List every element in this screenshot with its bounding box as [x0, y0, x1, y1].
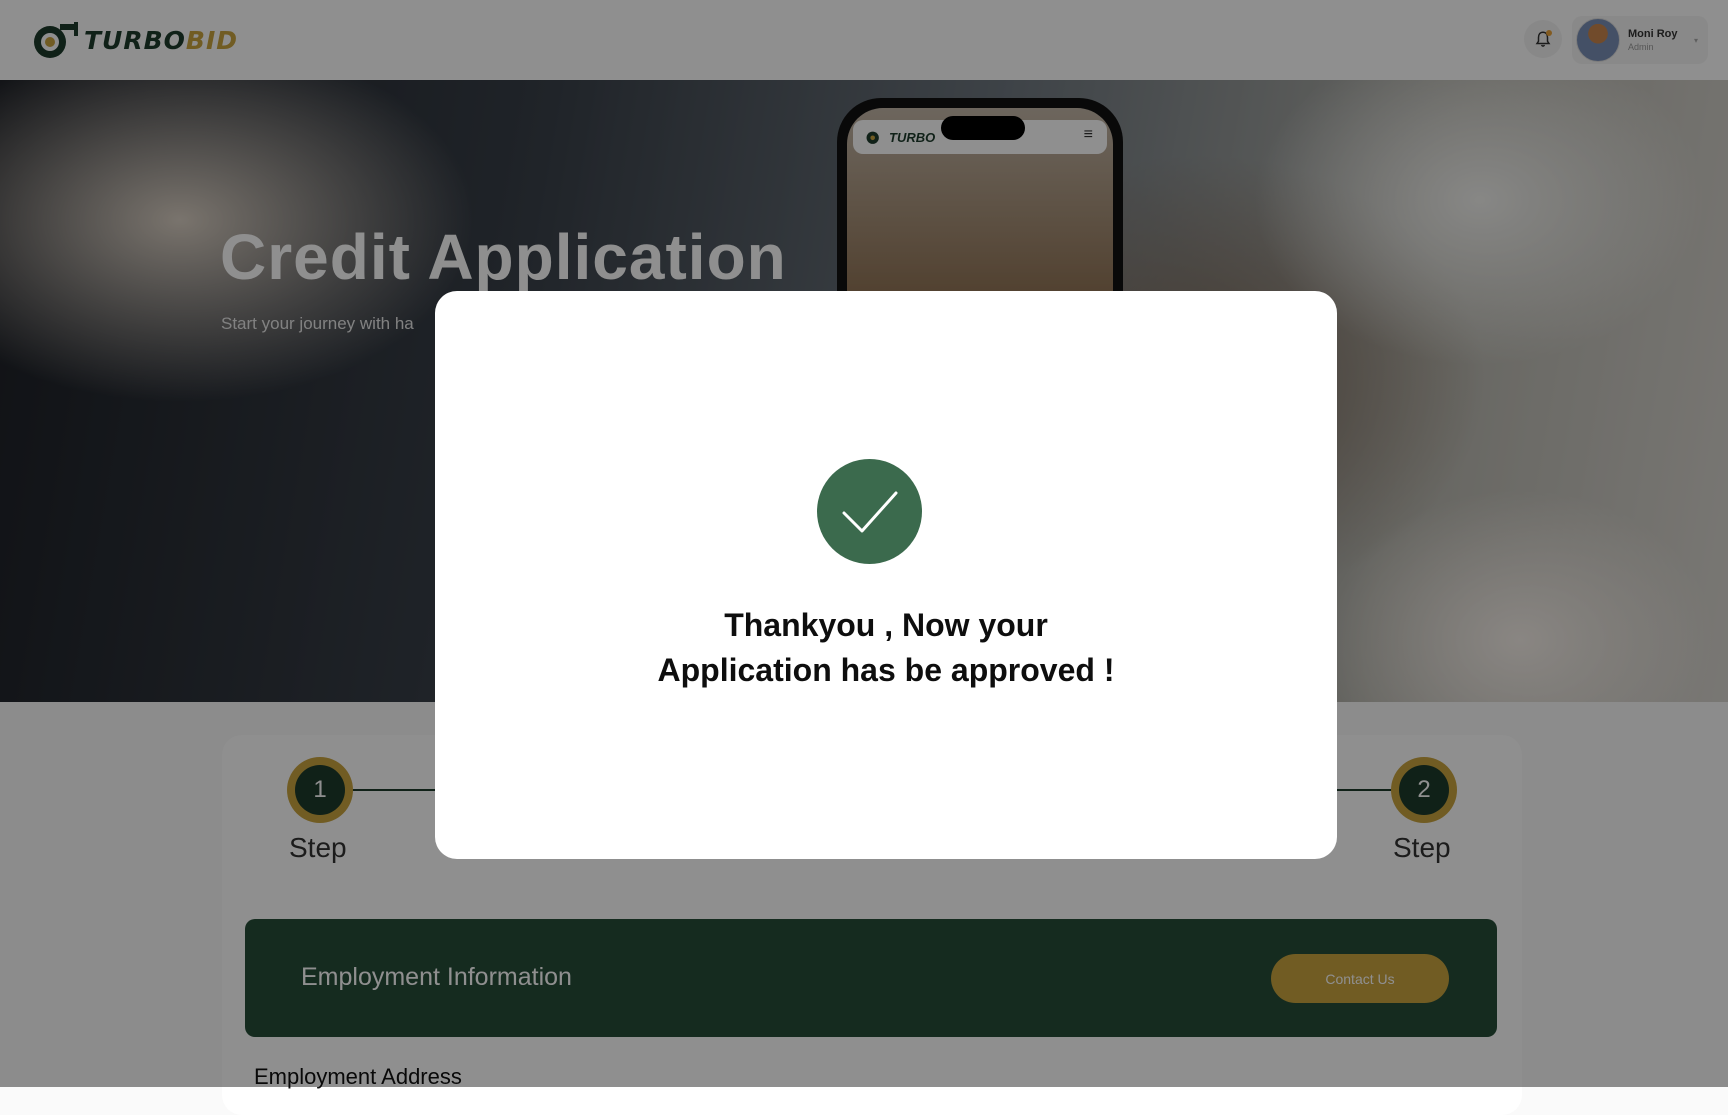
success-modal: Thankyou , Now your Application has be a…: [435, 291, 1337, 859]
success-message-line2: Application has be approved !: [657, 652, 1115, 688]
success-message: Thankyou , Now your Application has be a…: [435, 603, 1337, 693]
checkmark-icon: [842, 491, 897, 532]
success-badge: [817, 459, 922, 564]
success-message-line1: Thankyou , Now your: [724, 607, 1048, 643]
